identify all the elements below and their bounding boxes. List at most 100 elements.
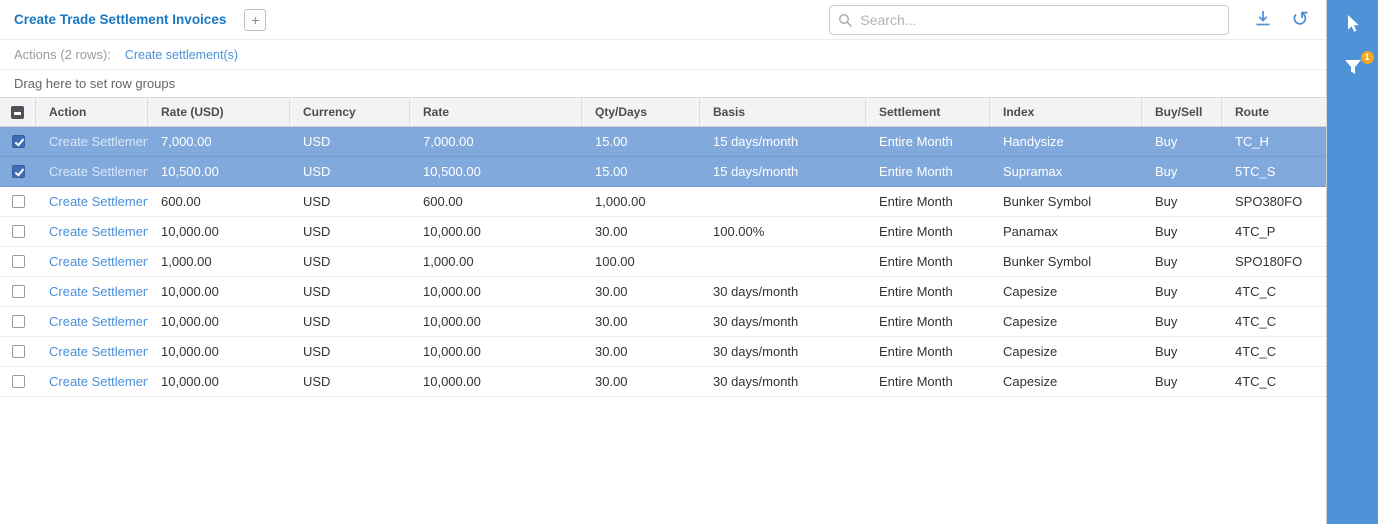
filter-tool-button[interactable]: 1 — [1338, 53, 1368, 84]
index-cell: Panamax — [990, 217, 1142, 246]
buy-sell-cell: Buy — [1142, 307, 1222, 336]
grid-empty-area — [0, 397, 1326, 524]
row-select-cell[interactable] — [0, 247, 36, 276]
buy-sell-cell: Buy — [1142, 187, 1222, 216]
buy-sell-cell: Buy — [1142, 217, 1222, 246]
row-select-cell[interactable] — [0, 337, 36, 366]
table-row[interactable]: Create Settlement 10,000.00 USD 10,000.0… — [0, 337, 1326, 367]
rate-usd-cell: 10,000.00 — [148, 217, 290, 246]
settlement-cell: Entire Month — [866, 277, 990, 306]
select-all-cell[interactable] — [0, 98, 36, 126]
table-row[interactable]: Create Settlement 7,000.00 USD 7,000.00 … — [0, 127, 1326, 157]
row-select-cell[interactable] — [0, 367, 36, 396]
pointer-tool-button[interactable] — [1338, 8, 1368, 41]
table-row[interactable]: Create Settlement 10,000.00 USD 10,000.0… — [0, 277, 1326, 307]
table-row[interactable]: Create Settlement 600.00 USD 600.00 1,00… — [0, 187, 1326, 217]
settlement-cell: Entire Month — [866, 307, 990, 336]
row-checkbox[interactable] — [12, 135, 25, 148]
search-box — [829, 5, 1229, 35]
create-settlement-link[interactable]: Create Settlement — [49, 374, 148, 389]
row-checkbox[interactable] — [12, 225, 25, 238]
route-cell: 4TC_C — [1222, 277, 1327, 306]
row-select-cell[interactable] — [0, 217, 36, 246]
column-header-index[interactable]: Index — [990, 98, 1142, 126]
action-cell: Create Settlement — [36, 247, 148, 276]
row-checkbox[interactable] — [12, 315, 25, 328]
row-checkbox[interactable] — [12, 285, 25, 298]
settlement-cell: Entire Month — [866, 217, 990, 246]
qty-days-cell: 1,000.00 — [582, 187, 700, 216]
route-cell: SPO180FO — [1222, 247, 1327, 276]
basis-cell: 100.00% — [700, 217, 866, 246]
settlement-cell: Entire Month — [866, 367, 990, 396]
index-cell: Capesize — [990, 307, 1142, 336]
qty-days-cell: 30.00 — [582, 367, 700, 396]
create-settlements-link[interactable]: Create settlement(s) — [125, 48, 238, 62]
column-header-rate[interactable]: Rate — [410, 98, 582, 126]
create-settlement-link[interactable]: Create Settlement — [49, 254, 148, 269]
currency-cell: USD — [290, 127, 410, 156]
create-settlement-link[interactable]: Create Settlement — [49, 224, 148, 239]
undo-button[interactable]: ↺ — [1289, 7, 1311, 32]
currency-cell: USD — [290, 307, 410, 336]
create-settlement-link[interactable]: Create Settlement — [49, 284, 148, 299]
column-header-qty-days[interactable]: Qty/Days — [582, 98, 700, 126]
row-checkbox[interactable] — [12, 255, 25, 268]
column-header-action[interactable]: Action — [36, 98, 148, 126]
basis-cell: 30 days/month — [700, 337, 866, 366]
row-checkbox[interactable] — [12, 165, 25, 178]
column-header-basis[interactable]: Basis — [700, 98, 866, 126]
rate-cell: 10,000.00 — [410, 307, 582, 336]
rate-usd-cell: 10,000.00 — [148, 337, 290, 366]
settlement-cell: Entire Month — [866, 157, 990, 186]
table-row[interactable]: Create Settlement 10,000.00 USD 10,000.0… — [0, 307, 1326, 337]
row-checkbox[interactable] — [12, 345, 25, 358]
row-checkbox[interactable] — [12, 375, 25, 388]
table-row[interactable]: Create Settlement 10,000.00 USD 10,000.0… — [0, 217, 1326, 247]
basis-cell: 15 days/month — [700, 157, 866, 186]
row-checkbox[interactable] — [12, 195, 25, 208]
rate-usd-cell: 10,000.00 — [148, 367, 290, 396]
basis-cell: 30 days/month — [700, 307, 866, 336]
toolbar-right: ↺ — [829, 5, 1311, 35]
currency-cell: USD — [290, 277, 410, 306]
column-header-buy-sell[interactable]: Buy/Sell — [1142, 98, 1222, 126]
column-header-currency[interactable]: Currency — [290, 98, 410, 126]
row-select-cell[interactable] — [0, 187, 36, 216]
actions-bar: Actions (2 rows): Create settlement(s) — [0, 40, 1326, 70]
action-cell: Create Settlement — [36, 217, 148, 246]
currency-cell: USD — [290, 187, 410, 216]
row-select-cell[interactable] — [0, 307, 36, 336]
row-group-drop-zone[interactable]: Drag here to set row groups — [0, 70, 1326, 97]
page-title: Create Trade Settlement Invoices — [14, 12, 226, 27]
rate-usd-cell: 10,000.00 — [148, 277, 290, 306]
create-settlement-link[interactable]: Create Settlement — [49, 134, 148, 149]
create-settlement-link[interactable]: Create Settlement — [49, 164, 148, 179]
select-all-checkbox[interactable] — [11, 106, 24, 119]
add-view-button[interactable]: + — [244, 9, 266, 31]
side-panel: 1 — [1327, 0, 1378, 524]
basis-cell: 30 days/month — [700, 367, 866, 396]
row-select-cell[interactable] — [0, 157, 36, 186]
table-row[interactable]: Create Settlement 10,000.00 USD 10,000.0… — [0, 367, 1326, 397]
column-header-settlement[interactable]: Settlement — [866, 98, 990, 126]
column-header-route[interactable]: Route — [1222, 98, 1327, 126]
create-settlement-link[interactable]: Create Settlement — [49, 314, 148, 329]
qty-days-cell: 100.00 — [582, 247, 700, 276]
column-header-rate-usd[interactable]: Rate (USD) — [148, 98, 290, 126]
rate-cell: 600.00 — [410, 187, 582, 216]
create-settlement-link[interactable]: Create Settlement — [49, 194, 148, 209]
row-select-cell[interactable] — [0, 277, 36, 306]
index-cell: Supramax — [990, 157, 1142, 186]
rate-cell: 1,000.00 — [410, 247, 582, 276]
create-settlement-link[interactable]: Create Settlement — [49, 344, 148, 359]
qty-days-cell: 30.00 — [582, 307, 700, 336]
table-row[interactable]: Create Settlement 1,000.00 USD 1,000.00 … — [0, 247, 1326, 277]
search-input[interactable] — [829, 5, 1229, 35]
rate-usd-cell: 1,000.00 — [148, 247, 290, 276]
toolbar: Create Trade Settlement Invoices + — [0, 0, 1326, 40]
index-cell: Capesize — [990, 337, 1142, 366]
download-button[interactable] — [1251, 6, 1275, 33]
table-row[interactable]: Create Settlement 10,500.00 USD 10,500.0… — [0, 157, 1326, 187]
row-select-cell[interactable] — [0, 127, 36, 156]
